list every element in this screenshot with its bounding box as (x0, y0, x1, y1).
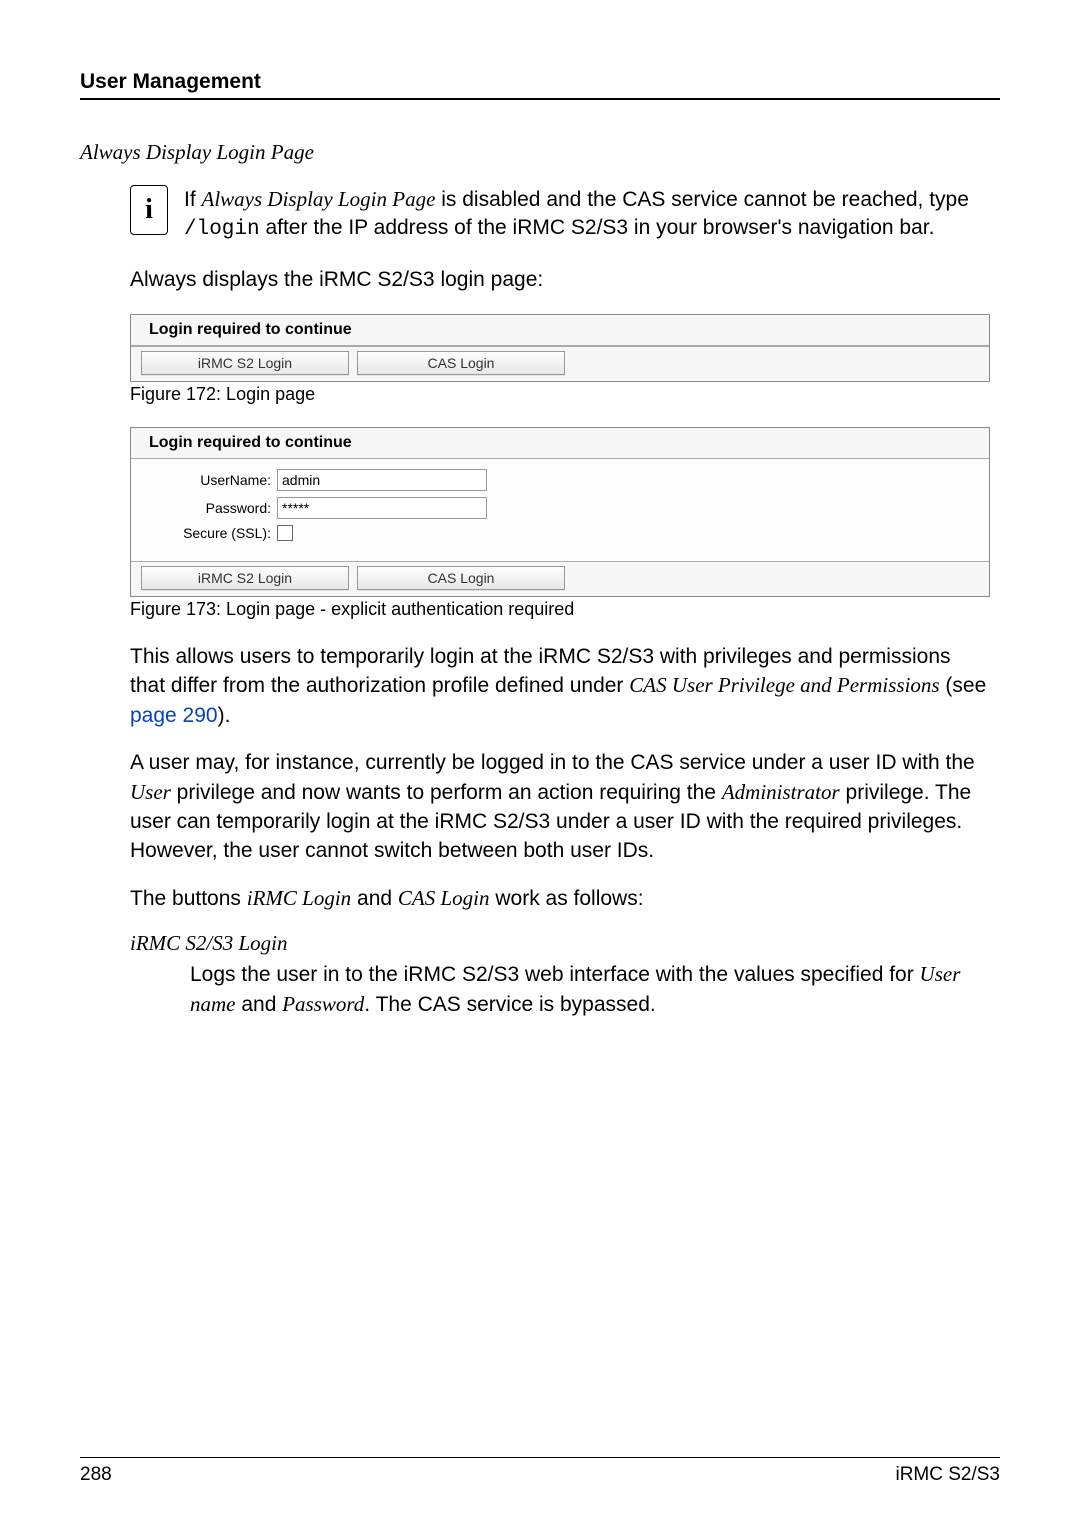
def-body: Logs the user in to the iRMC S2/S3 web i… (190, 960, 990, 1019)
info-mid: is disabled and the CAS service cannot b… (435, 188, 969, 211)
p4-it1: iRMC Login (247, 886, 351, 910)
info-tail: after the IP address of the iRMC S2/S3 i… (260, 216, 935, 239)
para-buttons-work: The buttons iRMC Login and CAS Login wor… (130, 884, 990, 913)
username-field[interactable]: admin (277, 469, 487, 491)
doc-name: iRMC S2/S3 (895, 1464, 1000, 1486)
info-icon: i (130, 185, 168, 235)
page-290-link[interactable]: page 290 (130, 704, 218, 727)
figure-173: Login required to continue UserName: adm… (130, 427, 990, 620)
p3-l1: A user may, for instance, currently be l… (130, 751, 975, 774)
info-text: If Always Display Login Page is disabled… (184, 185, 1000, 245)
def-b1: Logs the user in to the iRMC S2/S3 web i… (190, 963, 920, 986)
footer-line: 288 iRMC S2/S3 (80, 1457, 1000, 1486)
p2-see: (see (940, 674, 987, 697)
login-panel-173: Login required to continue UserName: adm… (130, 427, 990, 597)
header-title: User Management (80, 70, 261, 93)
panel-buttons: iRMC S2 Login CAS Login (131, 346, 989, 381)
p4-l1: The buttons (130, 887, 247, 910)
ssl-checkbox[interactable] (277, 525, 293, 541)
definition-list: iRMC S2/S3 Login Logs the user in to the… (130, 931, 990, 1019)
irmc-login-button[interactable]: iRMC S2 Login (141, 566, 349, 590)
figure-173-caption: Figure 173: Login page - explicit authen… (130, 599, 990, 620)
info-callout: i If Always Display Login Page is disabl… (130, 185, 1000, 245)
panel-title: Login required to continue (131, 428, 989, 459)
p4-l2: and (351, 887, 398, 910)
info-mono: /login (184, 218, 260, 241)
row-username: UserName: admin (151, 469, 969, 491)
label-ssl: Secure (SSL): (151, 525, 277, 541)
p2-close: ). (218, 704, 231, 727)
row-ssl: Secure (SSL): (151, 525, 969, 541)
para-always-displays: Always displays the iRMC S2/S3 login pag… (130, 265, 990, 294)
def-b3: . The CAS service is bypassed. (364, 993, 655, 1016)
figure-172: Login required to continue iRMC S2 Login… (130, 314, 990, 405)
p3-l2: privilege and now wants to perform an ac… (171, 781, 722, 804)
irmc-login-button[interactable]: iRMC S2 Login (141, 351, 349, 375)
def-it2: Password (282, 992, 364, 1016)
cas-login-button[interactable]: CAS Login (357, 566, 565, 590)
para-user-may: A user may, for instance, currently be l… (130, 748, 990, 866)
page: User Management Always Display Login Pag… (0, 0, 1080, 1526)
para-allows-users: This allows users to temporarily login a… (130, 642, 990, 730)
p4-it2: CAS Login (398, 886, 490, 910)
def-term: iRMC S2/S3 Login (130, 931, 990, 956)
row-password: Password: ***** (151, 497, 969, 519)
cas-login-button[interactable]: CAS Login (357, 351, 565, 375)
page-number: 288 (80, 1464, 112, 1486)
panel-form: UserName: admin Password: ***** Secure (… (131, 459, 989, 561)
figure-172-caption: Figure 172: Login page (130, 384, 990, 405)
info-prefix: If (184, 188, 202, 211)
panel-title: Login required to continue (131, 315, 989, 346)
def-b2: and (236, 993, 283, 1016)
p4-l3: work as follows: (490, 887, 644, 910)
section-subtitle: Always Display Login Page (80, 140, 1000, 165)
login-panel-172: Login required to continue iRMC S2 Login… (130, 314, 990, 382)
label-username: UserName: (151, 472, 277, 488)
page-footer: 288 iRMC S2/S3 (80, 1457, 1000, 1486)
password-field[interactable]: ***** (277, 497, 487, 519)
info-italic: Always Display Login Page (202, 187, 436, 211)
panel-buttons: iRMC S2 Login CAS Login (131, 561, 989, 596)
p3-it2: Administrator (722, 780, 840, 804)
p2-italic: CAS User Privilege and Permissions (629, 673, 939, 697)
page-header: User Management (80, 70, 1000, 100)
label-password: Password: (151, 500, 277, 516)
p3-it1: User (130, 780, 171, 804)
